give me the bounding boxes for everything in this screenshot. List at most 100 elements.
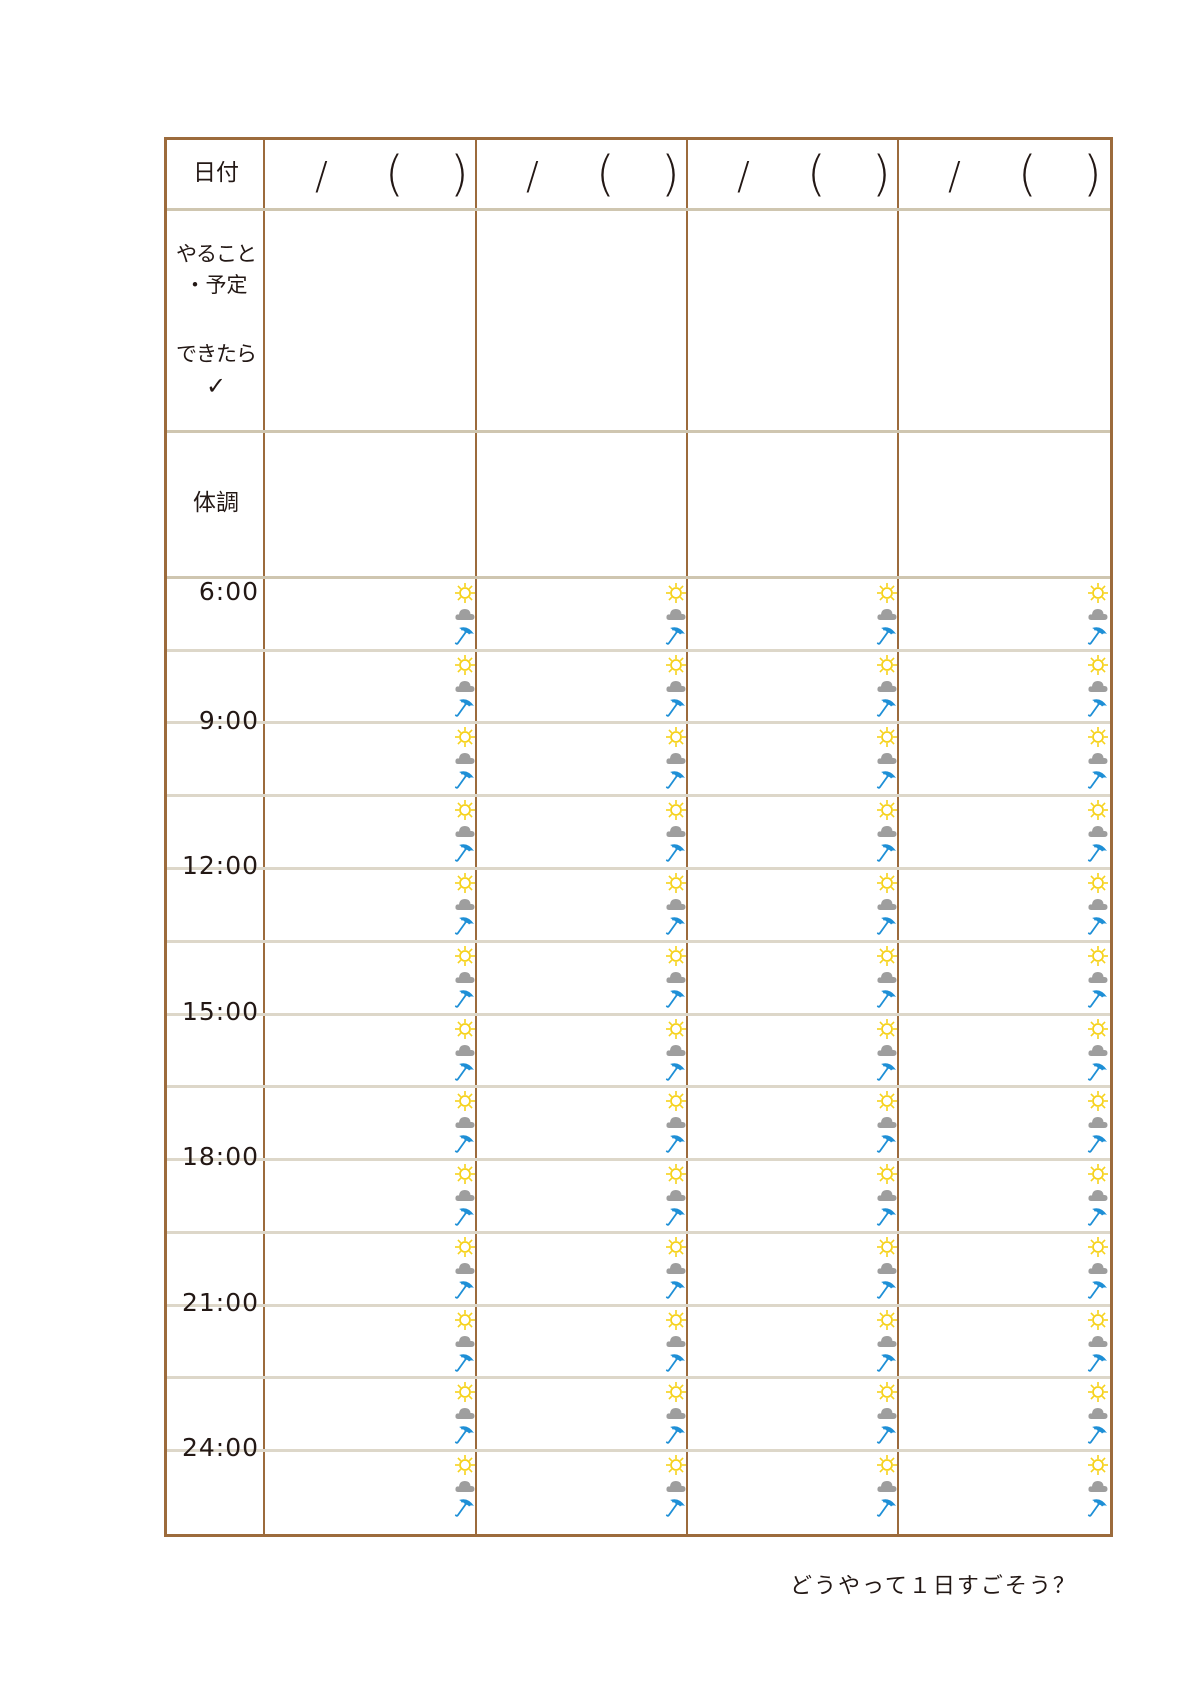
sun-icon[interactable]: [665, 1018, 687, 1040]
cloud-icon[interactable]: [665, 1258, 687, 1278]
cloud-icon[interactable]: [1087, 748, 1109, 768]
sun-icon[interactable]: [876, 1454, 898, 1476]
cloud-icon[interactable]: [454, 604, 476, 624]
sun-icon[interactable]: [665, 872, 687, 894]
umbrella-icon[interactable]: [454, 1060, 476, 1082]
cloud-icon[interactable]: [1087, 1331, 1109, 1351]
cloud-icon[interactable]: [876, 676, 898, 696]
cloud-icon[interactable]: [454, 1112, 476, 1132]
sun-icon[interactable]: [1087, 945, 1109, 967]
cloud-icon[interactable]: [876, 748, 898, 768]
cloud-icon[interactable]: [665, 748, 687, 768]
cloud-icon[interactable]: [1087, 604, 1109, 624]
cloud-icon[interactable]: [876, 1476, 898, 1496]
umbrella-icon[interactable]: [665, 768, 687, 790]
cloud-icon[interactable]: [454, 821, 476, 841]
umbrella-icon[interactable]: [454, 1423, 476, 1445]
umbrella-icon[interactable]: [1087, 1496, 1109, 1518]
sun-icon[interactable]: [876, 1018, 898, 1040]
cloud-icon[interactable]: [665, 1331, 687, 1351]
cloud-icon[interactable]: [1087, 967, 1109, 987]
sun-icon[interactable]: [665, 654, 687, 676]
umbrella-icon[interactable]: [665, 987, 687, 1009]
umbrella-icon[interactable]: [665, 1351, 687, 1373]
sun-icon[interactable]: [454, 582, 476, 604]
umbrella-icon[interactable]: [876, 1496, 898, 1518]
umbrella-icon[interactable]: [1087, 1278, 1109, 1300]
umbrella-icon[interactable]: [454, 841, 476, 863]
cloud-icon[interactable]: [876, 821, 898, 841]
sun-icon[interactable]: [876, 1090, 898, 1112]
cloud-icon[interactable]: [1087, 821, 1109, 841]
sun-icon[interactable]: [876, 1381, 898, 1403]
cloud-icon[interactable]: [665, 1040, 687, 1060]
cloud-icon[interactable]: [1087, 1112, 1109, 1132]
umbrella-icon[interactable]: [665, 1278, 687, 1300]
sun-icon[interactable]: [1087, 1309, 1109, 1331]
umbrella-icon[interactable]: [876, 1060, 898, 1082]
umbrella-icon[interactable]: [876, 1132, 898, 1154]
sun-icon[interactable]: [1087, 1381, 1109, 1403]
umbrella-icon[interactable]: [665, 1205, 687, 1227]
sun-icon[interactable]: [665, 1309, 687, 1331]
sun-icon[interactable]: [665, 582, 687, 604]
sun-icon[interactable]: [1087, 654, 1109, 676]
sun-icon[interactable]: [454, 799, 476, 821]
cloud-icon[interactable]: [876, 1331, 898, 1351]
umbrella-icon[interactable]: [1087, 914, 1109, 936]
cloud-icon[interactable]: [665, 894, 687, 914]
cloud-icon[interactable]: [454, 1403, 476, 1423]
cloud-icon[interactable]: [665, 1185, 687, 1205]
sun-icon[interactable]: [454, 1018, 476, 1040]
cloud-icon[interactable]: [454, 1040, 476, 1060]
sun-icon[interactable]: [876, 799, 898, 821]
umbrella-icon[interactable]: [454, 1205, 476, 1227]
umbrella-icon[interactable]: [454, 1351, 476, 1373]
umbrella-icon[interactable]: [665, 914, 687, 936]
sun-icon[interactable]: [454, 1309, 476, 1331]
cloud-icon[interactable]: [665, 821, 687, 841]
umbrella-icon[interactable]: [665, 1496, 687, 1518]
umbrella-icon[interactable]: [1087, 1423, 1109, 1445]
cloud-icon[interactable]: [454, 1258, 476, 1278]
sun-icon[interactable]: [1087, 582, 1109, 604]
sun-icon[interactable]: [454, 1236, 476, 1258]
sun-icon[interactable]: [1087, 726, 1109, 748]
cloud-icon[interactable]: [1087, 1040, 1109, 1060]
cloud-icon[interactable]: [876, 894, 898, 914]
sun-icon[interactable]: [454, 945, 476, 967]
umbrella-icon[interactable]: [876, 696, 898, 718]
cloud-icon[interactable]: [665, 1112, 687, 1132]
umbrella-icon[interactable]: [454, 914, 476, 936]
cloud-icon[interactable]: [454, 1476, 476, 1496]
umbrella-icon[interactable]: [876, 914, 898, 936]
umbrella-icon[interactable]: [454, 987, 476, 1009]
sun-icon[interactable]: [1087, 1236, 1109, 1258]
umbrella-icon[interactable]: [876, 624, 898, 646]
sun-icon[interactable]: [454, 654, 476, 676]
cloud-icon[interactable]: [1087, 676, 1109, 696]
umbrella-icon[interactable]: [665, 696, 687, 718]
cloud-icon[interactable]: [454, 1185, 476, 1205]
cloud-icon[interactable]: [876, 1185, 898, 1205]
sun-icon[interactable]: [665, 1090, 687, 1112]
umbrella-icon[interactable]: [1087, 1060, 1109, 1082]
cloud-icon[interactable]: [1087, 1258, 1109, 1278]
sun-icon[interactable]: [876, 872, 898, 894]
sun-icon[interactable]: [665, 1381, 687, 1403]
sun-icon[interactable]: [876, 1309, 898, 1331]
cloud-icon[interactable]: [876, 967, 898, 987]
umbrella-icon[interactable]: [1087, 696, 1109, 718]
umbrella-icon[interactable]: [1087, 841, 1109, 863]
cloud-icon[interactable]: [454, 967, 476, 987]
sun-icon[interactable]: [454, 1381, 476, 1403]
umbrella-icon[interactable]: [454, 624, 476, 646]
sun-icon[interactable]: [454, 726, 476, 748]
sun-icon[interactable]: [665, 799, 687, 821]
umbrella-icon[interactable]: [454, 696, 476, 718]
sun-icon[interactable]: [1087, 872, 1109, 894]
cloud-icon[interactable]: [876, 1040, 898, 1060]
cloud-icon[interactable]: [665, 1476, 687, 1496]
sun-icon[interactable]: [876, 582, 898, 604]
cloud-icon[interactable]: [665, 676, 687, 696]
